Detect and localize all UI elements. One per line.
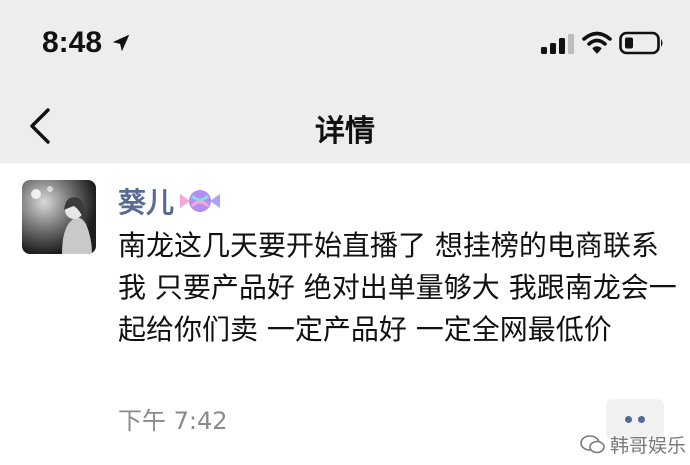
post-detail: 葵儿 南龙这几天要开始直播了 想挂榜的电商联系我 只要产品好 绝对出单量够大 我… bbox=[0, 163, 690, 465]
watermark-text: 韩哥娱乐 bbox=[610, 435, 687, 457]
username[interactable]: 葵儿 bbox=[118, 181, 174, 221]
watermark: 韩哥娱乐 bbox=[580, 431, 686, 458]
page-title: 详情 bbox=[315, 114, 375, 149]
post-timestamp: 下午 7:42 bbox=[118, 407, 228, 435]
location-arrow-icon bbox=[112, 34, 130, 52]
nav-bar: 详情 bbox=[0, 90, 690, 163]
cellular-signal-icon bbox=[541, 34, 574, 54]
status-bar: 8:48 bbox=[0, 0, 690, 90]
status-time: 8:48 bbox=[42, 26, 103, 59]
more-dots-icon bbox=[625, 416, 632, 423]
post-text: 南龙这几天要开始直播了 想挂榜的电商联系我 只要产品好 绝对出单量够大 我跟南龙… bbox=[118, 229, 677, 346]
wifi-icon bbox=[582, 31, 612, 54]
battery-low-icon bbox=[619, 31, 663, 55]
avatar[interactable] bbox=[22, 180, 96, 254]
wechat-channel-icon bbox=[580, 434, 605, 453]
candy-icon bbox=[180, 190, 221, 212]
username-row: 葵儿 bbox=[118, 181, 222, 221]
more-dots-icon bbox=[638, 416, 645, 423]
